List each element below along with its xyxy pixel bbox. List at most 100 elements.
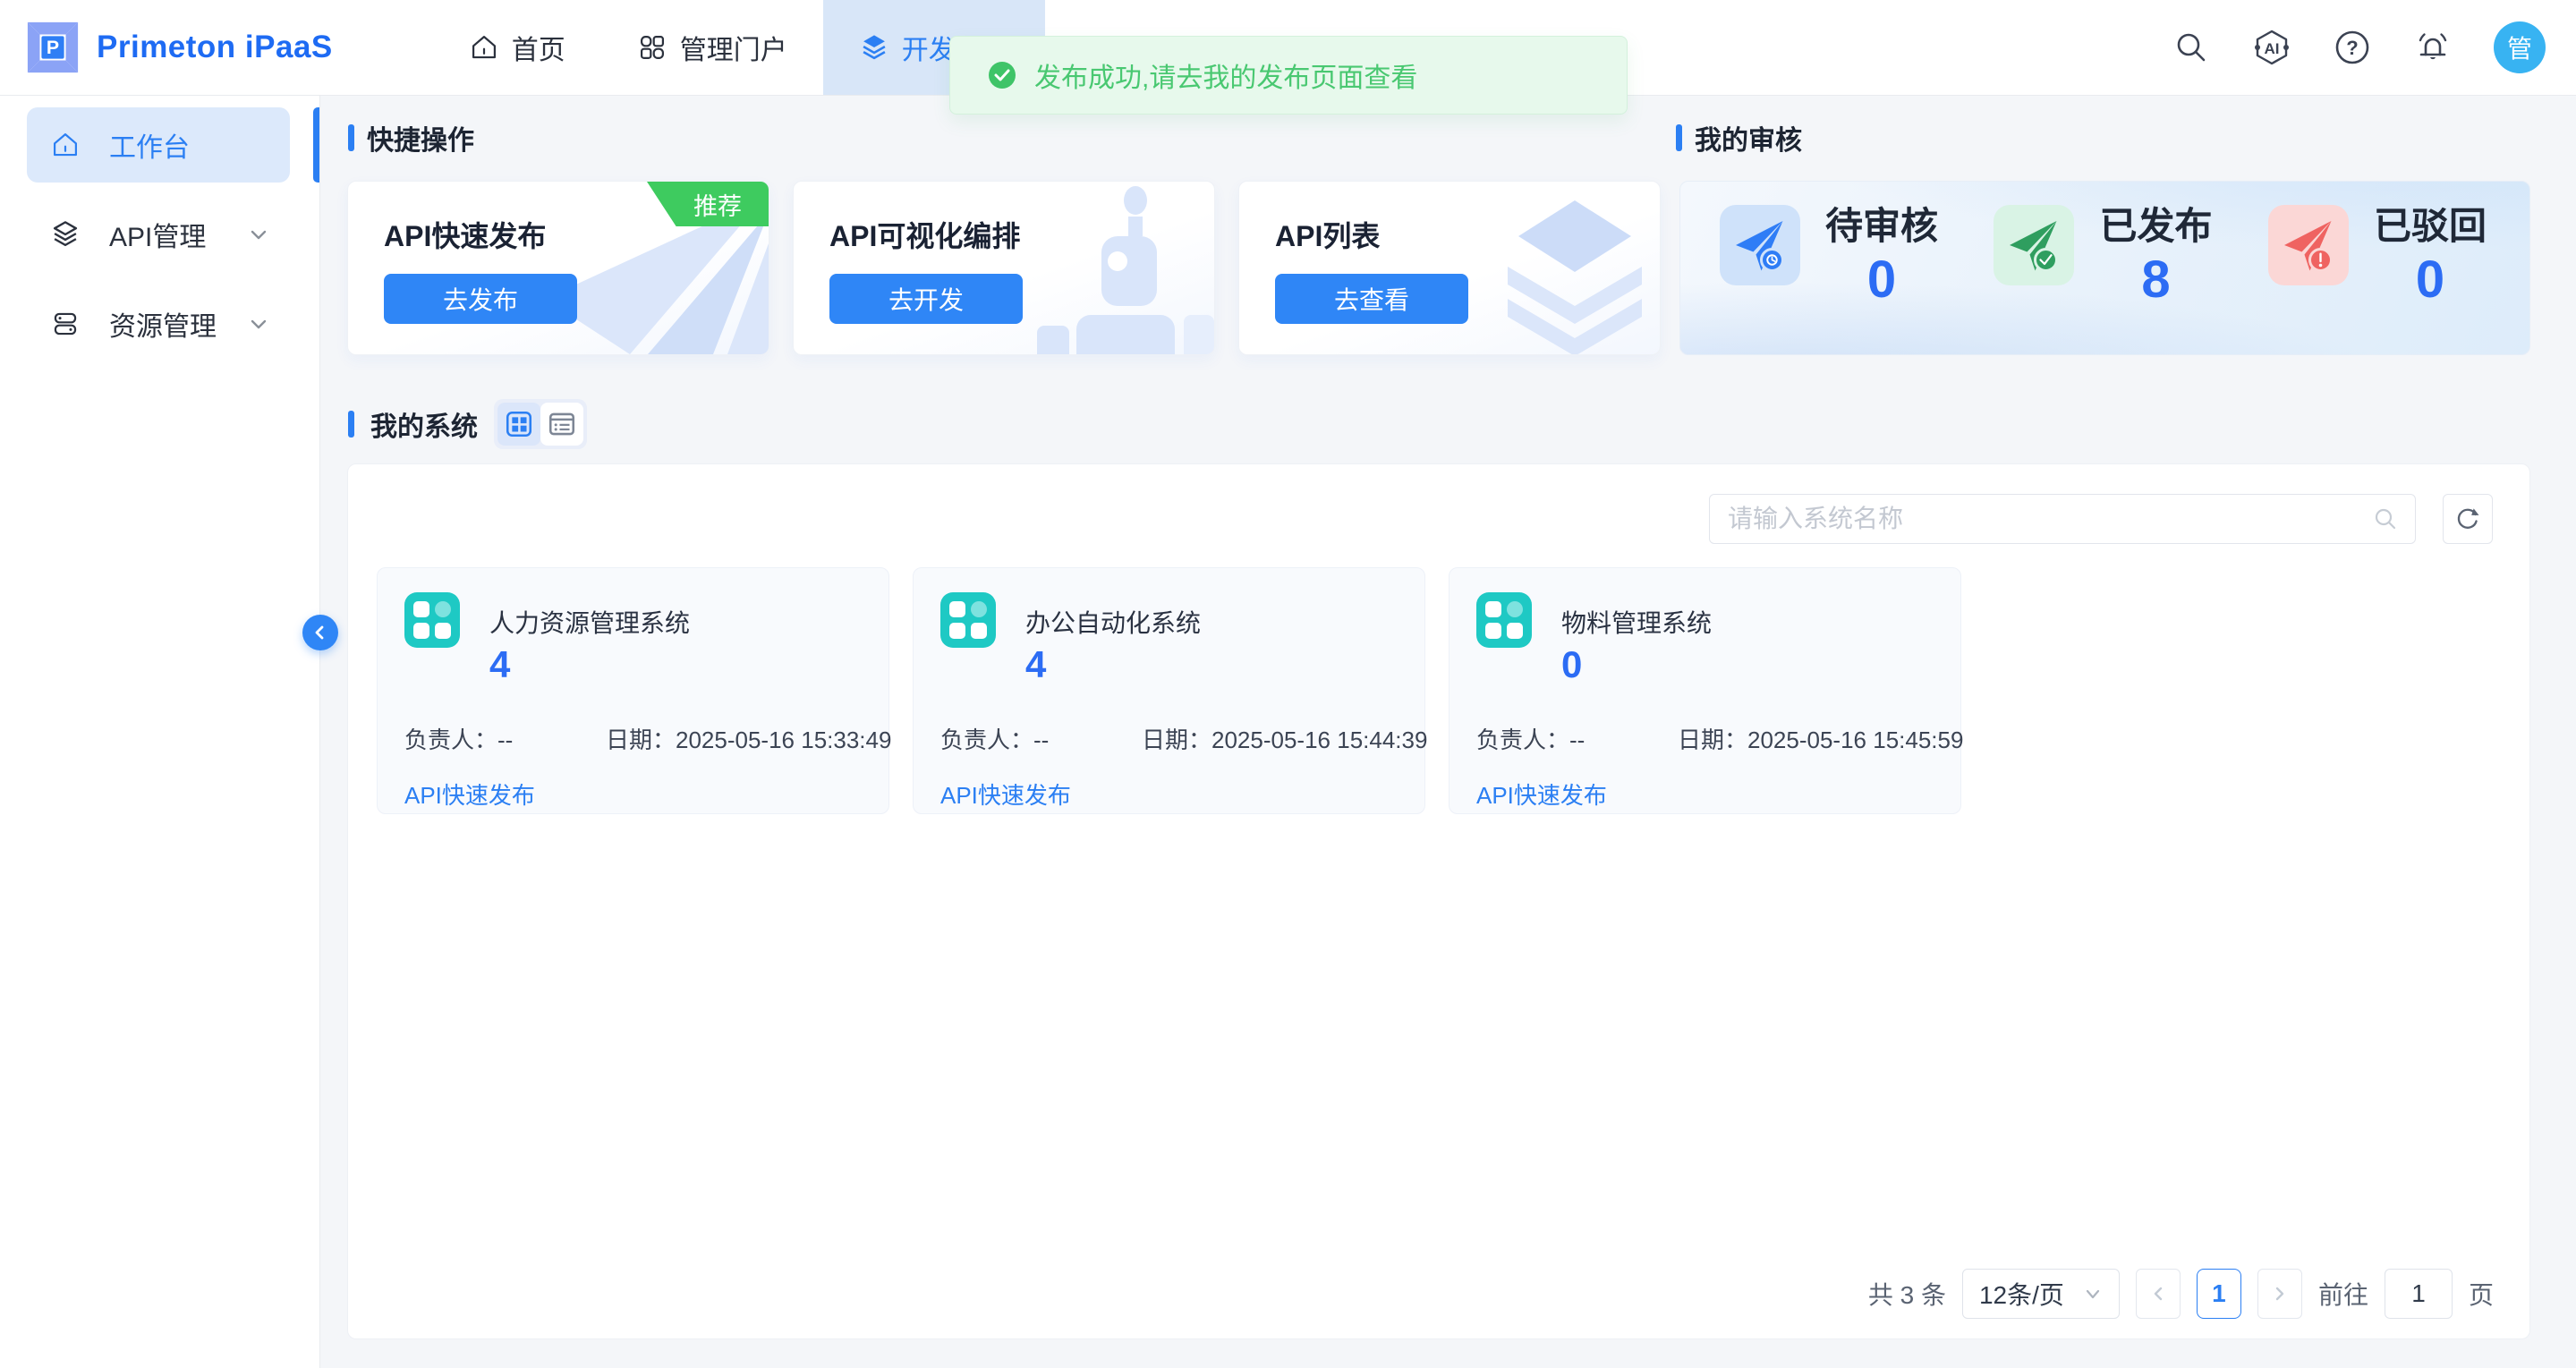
sidebar: 工作台 API管理 资源管理 xyxy=(0,96,320,1368)
notification-bell-icon[interactable] xyxy=(2413,28,2453,67)
section-title-text: 我的系统 xyxy=(370,404,478,444)
grid-view-button[interactable] xyxy=(497,403,540,446)
sidebar-item-workbench[interactable]: 工作台 xyxy=(27,107,290,183)
quick-actions-title: 快捷操作 xyxy=(348,118,474,157)
page-number-button[interactable]: 1 xyxy=(2197,1269,2241,1319)
refresh-button[interactable] xyxy=(2443,494,2493,544)
stat-value: 8 xyxy=(2141,251,2170,309)
nav-item-admin-portal[interactable]: 管理门户 xyxy=(601,0,823,95)
app-title: Primeton iPaaS xyxy=(97,30,333,65)
chevron-down-icon xyxy=(247,223,270,246)
page-size-value: 12条/页 xyxy=(1979,1276,2064,1312)
refresh-icon xyxy=(2454,506,2481,532)
owner-label: 负责人： xyxy=(1476,726,1569,753)
next-page-button[interactable] xyxy=(2257,1269,2302,1319)
nav-item-home[interactable]: 首页 xyxy=(433,0,601,95)
list-view-button[interactable] xyxy=(540,403,583,446)
ai-icon-label: AI xyxy=(2265,40,2280,57)
goto-page-input[interactable] xyxy=(2385,1269,2453,1319)
chevron-down-icon xyxy=(2083,1284,2103,1304)
success-toast: 发布成功,请去我的发布页面查看 xyxy=(949,36,1628,115)
sidebar-item-label: API管理 xyxy=(109,215,206,254)
api-quick-publish-link[interactable]: API快速发布 xyxy=(404,777,535,811)
help-icon[interactable]: ? xyxy=(2333,28,2372,67)
goto-label: 前往 xyxy=(2318,1276,2368,1312)
help-icon-glyph: ? xyxy=(2346,37,2358,59)
avatar-text: 管 xyxy=(2507,30,2532,65)
layers-icon xyxy=(859,32,889,63)
api-count: 4 xyxy=(1025,643,1046,686)
api-quick-publish-link[interactable]: API快速发布 xyxy=(1476,777,1607,811)
owner-label: 负责人： xyxy=(940,726,1033,753)
user-avatar[interactable]: 管 xyxy=(2494,21,2546,73)
stat-tile xyxy=(1994,205,2074,285)
paper-plane-clock-icon xyxy=(1728,213,1792,277)
search-icon[interactable] xyxy=(2172,28,2211,67)
my-systems-panel: 人力资源管理系统 4 负责人：-- 日期：2025-05-16 15:33:49… xyxy=(347,463,2530,1339)
date-value: 2025-05-16 15:44:39 xyxy=(1211,726,1427,753)
view-mode-toggle xyxy=(494,399,587,449)
robot-illustration xyxy=(1035,184,1214,354)
system-app-icon xyxy=(1476,592,1532,648)
pagination-total: 共 3 条 xyxy=(1868,1276,1946,1312)
ai-assistant-icon[interactable]: AI xyxy=(2252,28,2291,67)
system-search-box xyxy=(1709,494,2416,544)
go-develop-button[interactable]: 去开发 xyxy=(829,274,1023,324)
date-label: 日期： xyxy=(1678,726,1747,753)
stat-published: 已发布 8 xyxy=(1994,205,2212,354)
system-card-material[interactable]: 物料管理系统 0 负责人：-- 日期：2025-05-16 15:45:59 A… xyxy=(1449,567,1961,814)
system-card-oa[interactable]: 办公自动化系统 4 负责人：-- 日期：2025-05-16 15:44:39 … xyxy=(913,567,1425,814)
title-accent-bar xyxy=(348,124,354,151)
prev-page-button[interactable] xyxy=(2136,1269,2181,1319)
paper-plane-check-icon xyxy=(2002,213,2066,277)
stat-label: 已驳回 xyxy=(2374,205,2487,248)
date-value: 2025-05-16 15:33:49 xyxy=(676,726,891,753)
system-card-hr[interactable]: 人力资源管理系统 4 负责人：-- 日期：2025-05-16 15:33:49… xyxy=(377,567,889,814)
system-card-list: 人力资源管理系统 4 负责人：-- 日期：2025-05-16 15:33:49… xyxy=(377,567,1961,814)
sidebar-item-api-management[interactable]: API管理 xyxy=(27,197,290,272)
home-icon xyxy=(50,130,81,160)
stat-value: 0 xyxy=(1867,251,1896,309)
list-view-icon xyxy=(547,409,577,439)
chevron-right-icon xyxy=(2270,1284,2290,1304)
my-review-title: 我的审核 xyxy=(1676,118,1802,157)
stat-tile xyxy=(1720,205,1800,285)
system-meta: 负责人：-- 日期：2025-05-16 15:33:49 xyxy=(404,722,513,755)
stat-value: 0 xyxy=(2416,251,2444,309)
sidebar-item-resource-management[interactable]: 资源管理 xyxy=(27,286,290,361)
card-api-list: API列表 去查看 xyxy=(1238,181,1661,355)
system-name: 办公自动化系统 xyxy=(1025,604,1201,640)
card-api-visual-orchestration: API可视化编排 去开发 xyxy=(793,181,1215,355)
home-icon xyxy=(469,32,499,63)
card-title: API列表 xyxy=(1275,214,1380,255)
api-quick-publish-link[interactable]: API快速发布 xyxy=(940,777,1071,811)
sidebar-collapse-button[interactable] xyxy=(302,615,338,650)
stat-pending-review: 待审核 0 xyxy=(1720,205,1938,354)
app-logo: P Primeton iPaaS xyxy=(25,20,333,75)
chevron-down-icon xyxy=(247,312,270,336)
search-icon[interactable] xyxy=(2372,506,2399,532)
go-publish-button[interactable]: 去发布 xyxy=(384,274,577,324)
section-title-text: 快捷操作 xyxy=(367,118,474,157)
header-actions: AI ? 管 xyxy=(2172,0,2546,95)
date-label: 日期： xyxy=(606,726,676,753)
system-search-input[interactable] xyxy=(1710,505,2372,533)
card-title: API快速发布 xyxy=(384,214,546,255)
go-view-button[interactable]: 去查看 xyxy=(1275,274,1468,324)
title-accent-bar xyxy=(348,411,354,438)
server-icon xyxy=(50,309,81,339)
grid-icon xyxy=(637,32,667,63)
page-size-select[interactable]: 12条/页 xyxy=(1962,1269,2120,1319)
system-app-icon xyxy=(404,592,460,648)
system-meta: 负责人：-- 日期：2025-05-16 15:44:39 xyxy=(940,722,1049,755)
system-app-icon xyxy=(940,592,996,648)
chevron-left-icon xyxy=(2148,1284,2168,1304)
paper-plane-alert-icon xyxy=(2276,213,2341,277)
layers-icon xyxy=(50,219,81,250)
section-title-text: 我的审核 xyxy=(1695,118,1802,157)
toast-message: 发布成功,请去我的发布页面查看 xyxy=(1034,55,1417,95)
my-systems-header: 我的系统 xyxy=(348,399,587,449)
owner-value: -- xyxy=(1033,726,1049,753)
stat-label: 待审核 xyxy=(1825,205,1938,248)
system-name: 物料管理系统 xyxy=(1561,604,1712,640)
